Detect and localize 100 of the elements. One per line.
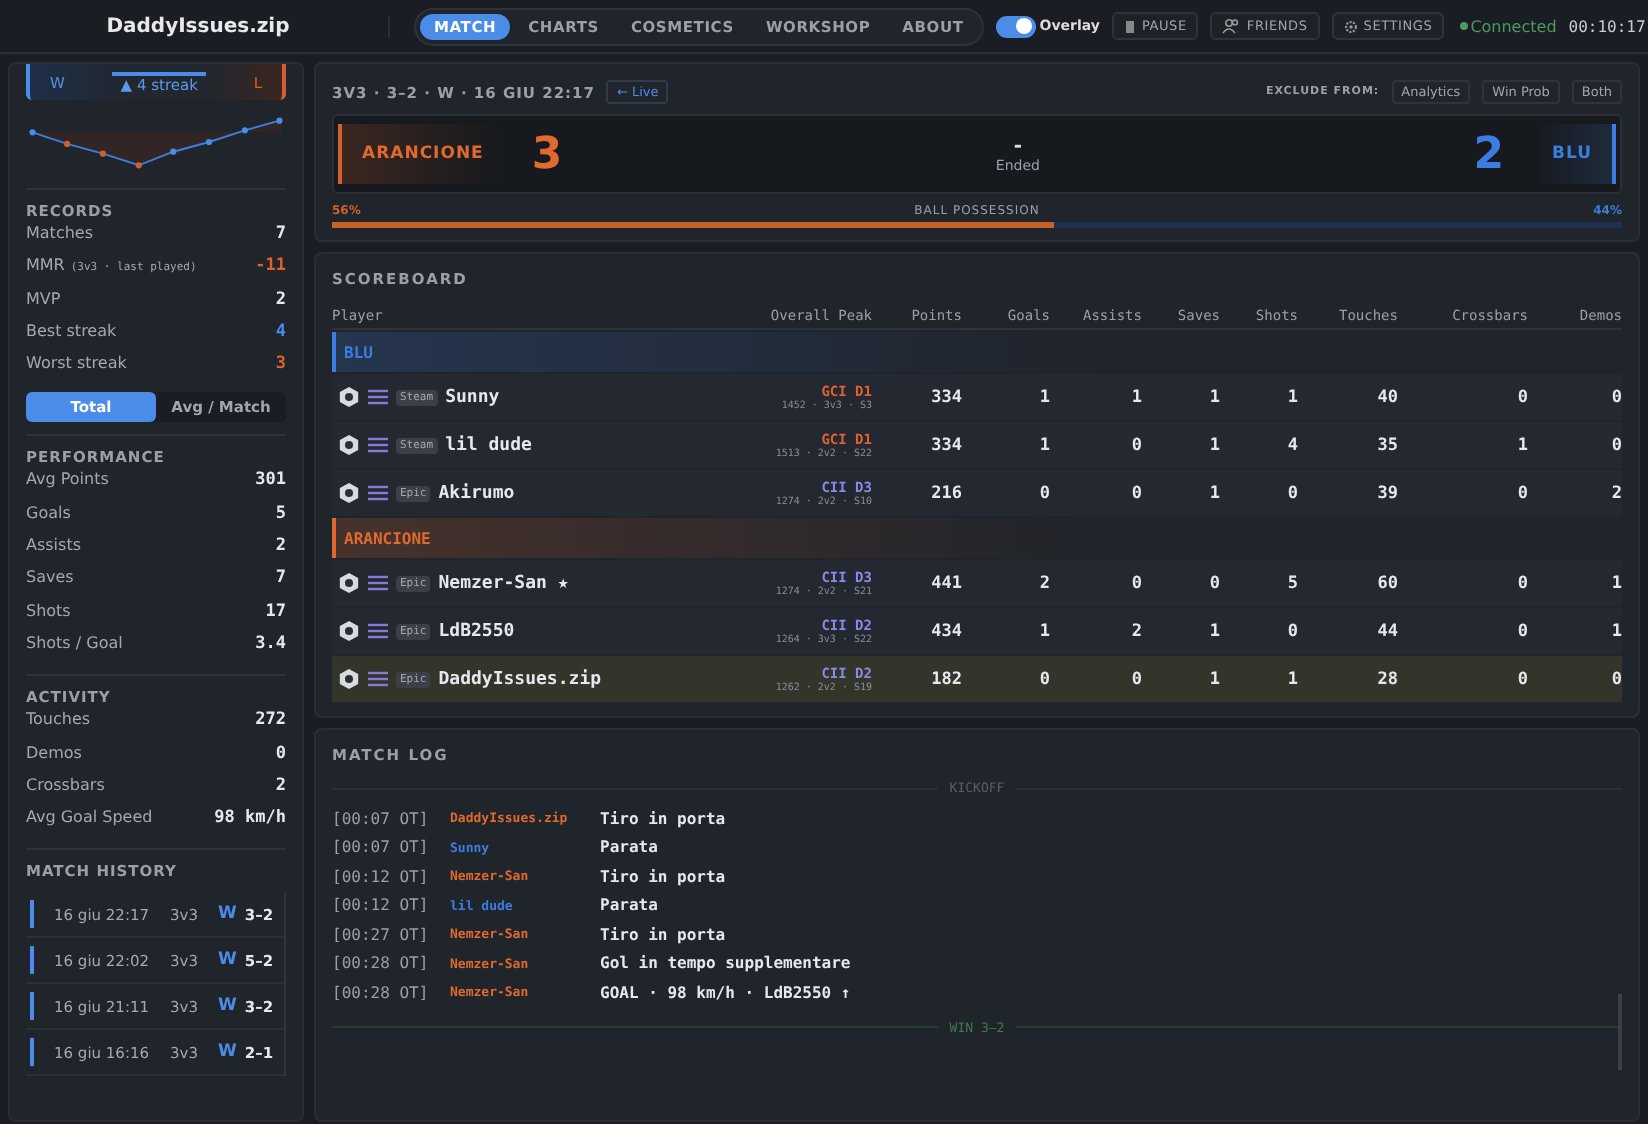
stat-value: -11	[255, 256, 286, 277]
player-name: DaddyIssues.zip	[438, 669, 602, 689]
table-cell-text: 434	[929, 621, 962, 641]
player-name: lil dude	[445, 435, 532, 455]
table-cell-text: 1	[1515, 435, 1528, 455]
table-cell-text: 0	[1285, 621, 1298, 641]
table-cell-text: 5	[1285, 573, 1298, 593]
table-cell-text: 0	[1609, 669, 1622, 689]
table-cell-text: 334	[929, 387, 962, 407]
table-cell-text: 0	[1515, 387, 1528, 407]
table-cell-text: 2	[1037, 573, 1050, 593]
table-cell-text: 1	[1207, 435, 1220, 455]
table-cell-text: 40	[1375, 387, 1398, 407]
table-cell-text: 0	[1129, 435, 1142, 455]
stat-value: 4	[275, 321, 286, 342]
stat-value: 5	[275, 503, 286, 524]
stat-label: Best streak	[26, 321, 117, 340]
log-time: [00:12 OT]	[332, 867, 431, 886]
log-time: [00:28 OT]	[332, 983, 431, 1002]
rank-emblem-icon	[338, 386, 360, 408]
log-event: Parata	[600, 896, 658, 915]
stat-label: Matches	[26, 224, 93, 242]
table-cell-text: 0	[1037, 669, 1050, 689]
table-cell-text: 1	[1037, 435, 1050, 455]
table-cell-text: 1	[1609, 621, 1622, 641]
team-score: 2	[1473, 129, 1504, 179]
stat-label: Saves	[26, 568, 74, 587]
table-cell-text: 1	[1207, 387, 1220, 407]
table-cell-text: 0	[1515, 621, 1528, 641]
log-event: Gol in tempo supplementare	[600, 954, 851, 973]
table-cell-text: 2	[1129, 621, 1142, 641]
table-cell-text: 0	[1609, 435, 1622, 455]
stat-label: MVP	[26, 289, 61, 308]
log-event: Tiro in porta	[600, 809, 726, 828]
score-separator: -	[1013, 135, 1023, 157]
table-cell-text: 0	[1515, 483, 1528, 503]
table-cell-text: 182	[929, 669, 962, 689]
stat-label: Shots	[26, 601, 71, 620]
table-cell-text: 0	[1515, 669, 1528, 689]
pause-icon	[1123, 19, 1136, 33]
stat-value: 272	[255, 710, 286, 731]
table-cell-text: 1	[1285, 669, 1298, 689]
stat-label: Assists	[26, 536, 82, 555]
table-cell-text: 4	[1285, 435, 1298, 455]
table-cell-text: 1	[1609, 573, 1622, 593]
player-name: Sunny	[445, 387, 500, 407]
overlay-toggle[interactable]	[995, 15, 1036, 37]
list-icon[interactable]	[368, 436, 388, 454]
stat-label: Touches	[26, 710, 91, 729]
table-cell-text: 1	[1207, 621, 1220, 641]
table-cell-text: 0	[1515, 573, 1528, 593]
table-cell-text: 441	[929, 573, 962, 593]
stat-value: 3.4	[255, 633, 286, 654]
stat-label: Worst streak	[26, 354, 127, 373]
player-name: LdB2550	[438, 621, 515, 641]
stat-value: 98 km/h	[214, 808, 286, 829]
table-cell-text: 0	[1609, 387, 1622, 407]
stat-value: 7	[275, 224, 286, 244]
table-cell-text: 1	[1037, 387, 1050, 407]
settings-icon	[1343, 19, 1358, 33]
table-cell-text: 2	[1609, 483, 1622, 503]
table-cell-text: 1	[1037, 621, 1050, 641]
table-cell-text: 0	[1129, 573, 1142, 593]
table-cell-text: 0	[1129, 669, 1142, 689]
table-cell-text: 28	[1375, 669, 1398, 689]
list-icon[interactable]	[368, 622, 388, 640]
session-clock: 00:10:17	[1568, 17, 1646, 35]
table-cell-text: 0	[1037, 483, 1050, 503]
stat-value: 2	[275, 536, 286, 557]
stat-label: Demos	[26, 743, 82, 762]
list-icon[interactable]	[368, 484, 388, 502]
table-cell-text: 1	[1207, 483, 1220, 503]
list-icon[interactable]	[368, 388, 388, 406]
stat-label: MMR	[26, 256, 65, 275]
player-name: Nemzer-San ★	[438, 573, 569, 593]
list-icon[interactable]	[368, 670, 388, 688]
connection-status: Connected	[1470, 17, 1557, 35]
table-cell-text: 44	[1375, 621, 1398, 641]
log-time: [00:07 OT]	[332, 809, 431, 828]
rank-emblem-icon	[338, 482, 360, 504]
log-event: GOAL · 98 km/h · LdB2550 ↑	[600, 983, 851, 1002]
player-name: Akirumo	[438, 483, 515, 503]
log-time: [00:12 OT]	[332, 896, 431, 915]
table-cell-text: 0	[1285, 483, 1298, 503]
team-score: 3	[531, 129, 563, 179]
stat-value: 17	[265, 601, 286, 622]
rank-emblem-icon	[338, 434, 360, 456]
people-icon	[1222, 18, 1241, 34]
profile-name: DaddyIssues.zip	[8, 15, 390, 37]
list-icon[interactable]	[368, 574, 388, 592]
rank-emblem-icon	[338, 668, 360, 690]
table-cell-text: 216	[929, 483, 962, 503]
table-cell-text: 35	[1375, 435, 1398, 455]
stat-label: Shots / Goal	[26, 633, 123, 652]
rank-emblem-icon	[338, 620, 360, 642]
stat-value: 0	[275, 743, 286, 764]
stat-value: 7	[275, 568, 286, 589]
table-cell-text: 1	[1285, 387, 1298, 407]
stat-value: 2	[275, 289, 286, 310]
log-time: [00:27 OT]	[332, 925, 431, 944]
